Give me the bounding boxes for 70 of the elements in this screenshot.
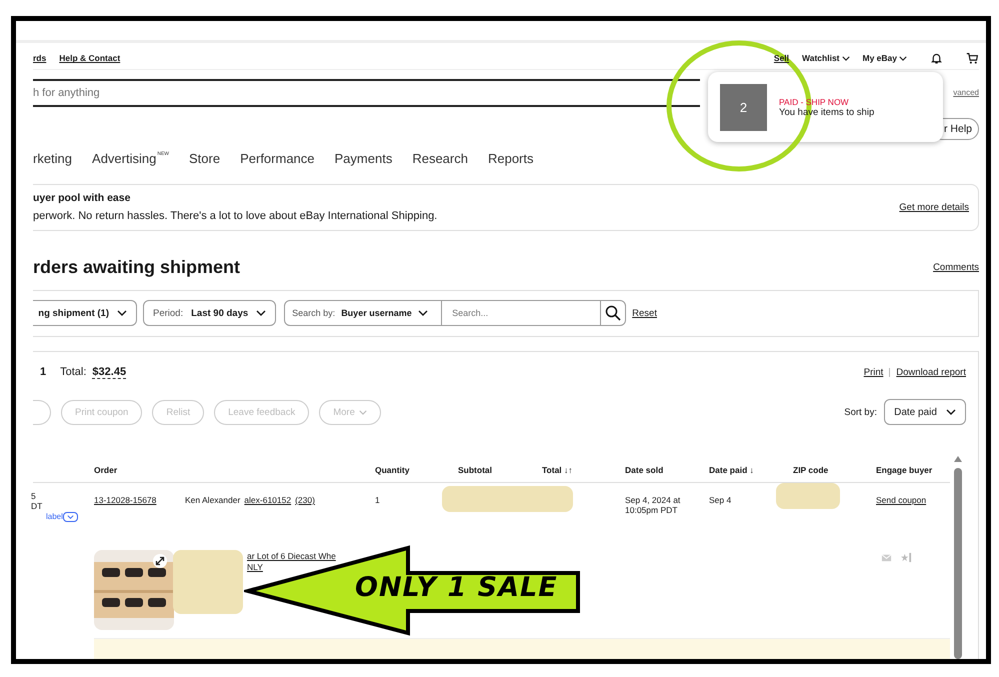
search-field[interactable]: h for anything [33,78,700,107]
column-header[interactable]: Engage buyer [876,465,950,475]
nav-tab[interactable]: Research [412,151,468,166]
item-title-link[interactable]: ar Lot of 6 Diecast Whe [247,551,336,561]
result-count: 1 [40,366,46,378]
details-link[interactable]: Get more details [899,202,969,213]
nav-tab[interactable]: Advertising$^{NEW}$ [92,151,170,166]
table-cell-text: Sep 4, 2024 at 10:05pm PDT [625,495,682,515]
item-title-link[interactable]: NLY [247,562,263,572]
total-amount: $32.45 [92,366,126,378]
envelope-icon [881,552,892,563]
banner-text: perwork. No return hassles. There's a lot to love about eBay International Shipping. [33,210,438,222]
chevron-down-icon [256,310,266,316]
sort-dropdown[interactable]: Date paid [884,399,966,425]
chevron-down-icon [117,310,127,316]
chevron-down-icon [946,409,956,415]
search-button[interactable] [600,300,626,326]
redaction-mark [173,550,243,614]
column-header[interactable]: Total ↓↑ [542,465,625,475]
advanced-link[interactable]: vanced [953,88,979,98]
column-header[interactable]: ZIP code [793,465,876,475]
page-heading: rders awaiting shipment [33,256,240,278]
filter-dropdown[interactable]: Period: Last 90 days [143,300,276,326]
nav-tab[interactable]: rketing [33,151,72,166]
sort-label: Sort by: [844,406,877,418]
column-header[interactable]: Date sold [625,465,709,475]
redaction-mark [776,483,840,509]
nav-tab[interactable]: Payments [334,151,392,166]
table-cell-text: DT [31,501,44,511]
column-header[interactable]: Order [94,465,375,475]
table-cell: Sep 4 [709,495,732,505]
cart-icon[interactable] [966,52,979,65]
buyer-link[interactable]: alex-610152 [244,495,292,505]
nav-tab[interactable]: Performance [240,151,315,166]
chevron-down-icon [66,514,74,518]
column-header[interactable]: Quantity [375,465,458,475]
notification-count: 2 [720,84,767,130]
feedback-link[interactable]: (230) [295,495,315,505]
chevron-down-icon [899,56,907,61]
filter-dropdown[interactable]: ng shipment (1) [33,300,137,326]
star-icon [901,552,912,563]
chevron-down-icon [358,410,367,414]
total-label: Total: [60,366,86,378]
send-coupon-link[interactable]: Send coupon [876,495,926,505]
search-field[interactable]: Search... [442,300,600,326]
label-link[interactable]: label [46,512,78,522]
nav-link[interactable]: Help & Contact [59,53,120,64]
buyer-name: Ken Alexander [185,495,240,505]
nav-link[interactable]: rds [33,53,46,64]
banner-title: uyer pool with ease [33,192,132,204]
nav-tab[interactable]: Reports [488,151,534,166]
chevron-down-icon [842,56,850,61]
report-link[interactable]: Download report [896,366,966,378]
order-link[interactable]: 13-12028-15678 [94,495,156,505]
report-link[interactable]: Print [864,366,884,378]
column-header[interactable]: Subtotal [458,465,542,475]
nav-tab[interactable]: Store [189,151,220,166]
search-icon [605,305,622,322]
comments-link[interactable]: Comments [933,262,979,273]
nav-link[interactable]: Watchlist [802,53,850,64]
chevron-down-icon [418,310,428,316]
search-by-dropdown[interactable]: Search by: Buyer username [284,300,442,326]
bell-icon[interactable] [930,52,943,65]
nav-link[interactable]: My eBay [862,53,907,64]
scrollbar[interactable] [953,455,962,659]
column-header[interactable]: Date paid ↓ [709,465,793,475]
table-cell-text: 5 [31,491,37,501]
reset-link[interactable]: Reset [632,308,657,319]
table-cell: 1 [375,495,380,505]
annotation-text: ONLY 1 SALE [355,572,558,603]
